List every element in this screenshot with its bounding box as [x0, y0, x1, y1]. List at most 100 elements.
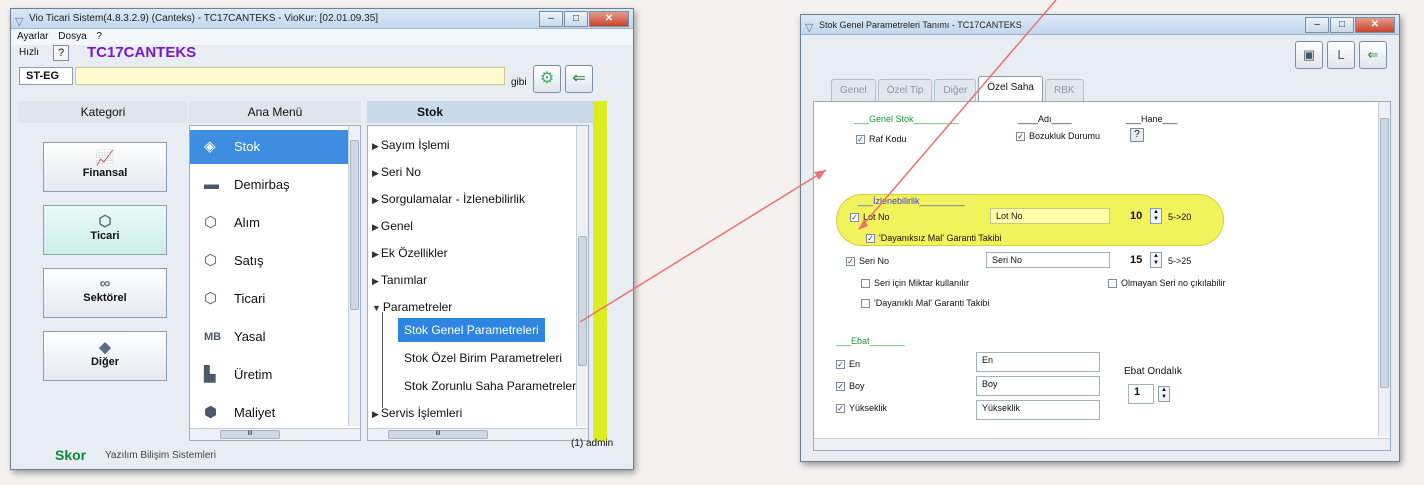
tree-label: Parametreler — [382, 300, 453, 314]
en-input[interactable]: En — [976, 352, 1100, 372]
ebat-ondalik-input[interactable]: 1 — [1128, 384, 1154, 404]
rings-icon: ∞ — [99, 275, 111, 292]
izlenebilirlik-header: ___İzlenebilirlik_________ — [858, 196, 965, 206]
ana-menu-label: Satış — [234, 253, 264, 268]
tree-item-ek-ozellikler[interactable]: ▶ Ek Özellikler — [372, 246, 448, 260]
list-button[interactable]: L — [1327, 41, 1355, 69]
seri-no-range: 5->25 — [1168, 256, 1192, 266]
tree-item-stok-genel-parametreleri[interactable]: Stok Genel Parametreleri — [398, 318, 545, 342]
settings-button[interactable]: ⚙ — [533, 65, 561, 93]
ana-menu-hscroll[interactable]: III — [190, 428, 360, 440]
tree-label: Genel — [380, 219, 413, 233]
help-button[interactable]: ? — [53, 45, 69, 61]
raf-kodu-checkbox[interactable]: ✓ — [856, 135, 865, 144]
status-strip — [593, 101, 607, 441]
tree-label: Sorgulamalar - İzlenebilirlik — [380, 192, 525, 206]
maximize-button[interactable]: □ — [1330, 17, 1354, 33]
kategori-sektorel[interactable]: ∞ Sektörel — [43, 268, 167, 318]
tab-ozel-tip[interactable]: Özel Tip — [877, 79, 933, 101]
main-window-titlebar[interactable]: ▽ Vio Ticari Sistem(4.8.3.2.9) (Canteks)… — [11, 9, 633, 29]
help-button[interactable]: ? — [1130, 128, 1144, 142]
dayanikli-checkbox[interactable] — [861, 299, 870, 308]
params-window-titlebar[interactable]: ▽ Stok Genel Parametreleri Tanımı - TC17… — [801, 15, 1399, 35]
tab-genel[interactable]: Genel — [831, 79, 876, 101]
minimize-button[interactable]: – — [1305, 17, 1329, 33]
kategori-diger[interactable]: ◆ Diğer — [43, 331, 167, 381]
seri-miktar-checkbox[interactable] — [861, 279, 870, 288]
dayaniksiz-checkbox[interactable]: ✓ — [866, 234, 875, 243]
ana-menu-header: Ana Menü — [189, 101, 361, 123]
exit-button[interactable]: ⇐ — [565, 65, 593, 93]
tree-item-tanimlar[interactable]: ▶ Tanımlar — [372, 273, 427, 287]
ana-menu-label: Alım — [234, 215, 260, 230]
tab-diger[interactable]: Diğer — [934, 79, 977, 101]
scroll-thumb[interactable] — [578, 236, 587, 366]
exit-button[interactable]: ⇐ — [1359, 41, 1387, 69]
en-checkbox[interactable]: ✓ — [836, 360, 845, 369]
ana-menu-maliyet[interactable]: ⬢ Maliyet — [190, 396, 350, 430]
factory-icon: ▙ — [204, 366, 216, 383]
lot-no-range: 5->20 — [1168, 212, 1192, 222]
menu-dosya[interactable]: Dosya — [58, 31, 86, 42]
app-icon: ▽ — [15, 16, 24, 28]
seri-no-checkbox[interactable]: ✓ — [846, 257, 855, 266]
olmayan-seri-checkbox[interactable] — [1108, 279, 1117, 288]
save-button[interactable]: ▣ — [1295, 41, 1323, 69]
ana-menu-stok[interactable]: ◈ Stok — [190, 130, 350, 164]
scroll-thumb[interactable] — [1380, 118, 1389, 388]
tree-label: Ek Özellikler — [380, 246, 448, 260]
seri-no-spinner[interactable]: ▲ ▼ — [1150, 252, 1162, 268]
hscroll-thumb[interactable]: III — [388, 430, 488, 439]
code-input[interactable]: ST-EG — [19, 67, 73, 85]
menu-ayarlar[interactable]: Ayarlar — [17, 31, 49, 42]
stok-tree-hscroll[interactable]: III — [368, 428, 588, 440]
panel-hscroll[interactable] — [814, 438, 1390, 450]
kategori-finansal[interactable]: 📈 Finansal — [43, 142, 167, 192]
tree-item-parametreler[interactable]: ▼ Parametreler — [372, 300, 452, 314]
tree-item-seri-no[interactable]: ▶ Seri No — [372, 165, 421, 179]
bed-icon: ▬ — [204, 176, 219, 193]
tree-item-sayim[interactable]: ▶ Sayım İşlemi — [372, 138, 450, 152]
stok-tree-scrollbar[interactable] — [576, 126, 588, 426]
kategori-label: Sektörel — [83, 292, 127, 304]
yukseklik-input[interactable]: Yükseklik — [976, 400, 1100, 420]
tab-rbk[interactable]: RBK — [1044, 79, 1084, 101]
lot-no-spinner[interactable]: ▲ ▼ — [1150, 208, 1162, 224]
ana-menu-alim[interactable]: ⬡ Alım — [190, 206, 350, 240]
ana-menu-satis[interactable]: ⬡ Satış — [190, 244, 350, 278]
menu-help[interactable]: ? — [96, 31, 102, 42]
close-button[interactable]: ✕ — [589, 11, 629, 27]
ana-menu-label: Demirbaş — [234, 177, 290, 192]
panel-scrollbar[interactable] — [1378, 102, 1390, 436]
yukseklik-label: Yükseklik — [849, 403, 888, 413]
tree-item-stok-ozel-birim[interactable]: Stok Özel Birim Parametreleri — [398, 346, 568, 370]
scroll-thumb[interactable] — [350, 140, 359, 310]
close-button[interactable]: ✕ — [1355, 17, 1395, 33]
boy-input[interactable]: Boy — [976, 376, 1100, 396]
search-input[interactable] — [75, 67, 505, 85]
tree-item-stok-zorunlu-saha[interactable]: Stok Zorunlu Saha Parametreleri — [398, 374, 585, 398]
lot-no-checkbox[interactable]: ✓ — [850, 213, 859, 222]
ana-menu-uretim[interactable]: ▙ Üretim — [190, 358, 350, 392]
dayaniksiz-label: 'Dayanıksız Mal' Garanti Takibi — [879, 233, 1002, 243]
tab-ozel-saha[interactable]: Özel Saha — [978, 76, 1043, 101]
maximize-button[interactable]: □ — [564, 11, 588, 27]
ebat-ondalik-spinner[interactable]: ▲ ▼ — [1158, 386, 1170, 402]
ana-menu-demirbas[interactable]: ▬ Demirbaş — [190, 168, 350, 202]
ana-menu-ticari[interactable]: ⬡ Ticari — [190, 282, 350, 316]
tree-item-servis[interactable]: ▶ Servis İşlemleri — [372, 406, 462, 420]
ana-menu-scrollbar[interactable] — [348, 126, 360, 426]
seri-no-hane[interactable]: 15 — [1130, 254, 1142, 266]
minimize-button[interactable]: – — [539, 11, 563, 27]
kategori-ticari[interactable]: ⬡ Ticari — [43, 205, 167, 255]
bozukluk-checkbox[interactable]: ✓ — [1016, 132, 1025, 141]
tree-item-sorgulamalar[interactable]: ▶ Sorgulamalar - İzlenebilirlik — [372, 192, 525, 206]
tree-item-genel[interactable]: ▶ Genel — [372, 219, 413, 233]
hscroll-thumb[interactable]: III — [220, 430, 280, 439]
ana-menu-yasal[interactable]: MB Yasal — [190, 320, 350, 354]
seri-no-input[interactable]: Seri No — [986, 252, 1110, 268]
yukseklik-checkbox[interactable]: ✓ — [836, 404, 845, 413]
lot-no-input[interactable]: Lot No — [990, 208, 1110, 224]
boy-checkbox[interactable]: ✓ — [836, 382, 845, 391]
lot-no-hane[interactable]: 10 — [1130, 210, 1142, 222]
